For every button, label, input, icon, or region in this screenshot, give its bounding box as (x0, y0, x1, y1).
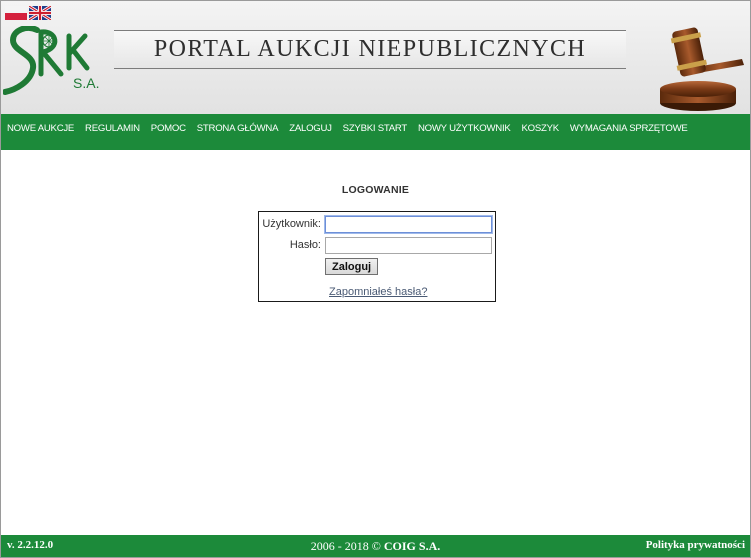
nav-item-nowy-uzytkownik[interactable]: NOWY UŻYTKOWNIK (418, 123, 511, 134)
login-button[interactable]: Zaloguj (325, 258, 379, 275)
nav-item-szybki-start[interactable]: SZYBKI START (343, 123, 408, 134)
copyright: 2006 - 2018 © COIG S.A. (1, 539, 750, 554)
nav-item-strona-glowna[interactable]: STRONA GŁÓWNA (197, 123, 279, 134)
username-label: Użytkownik: (262, 218, 321, 230)
password-label: Hasło: (289, 239, 321, 251)
footer: v. 2.2.12.0 2006 - 2018 © COIG S.A. Poli… (1, 535, 750, 557)
password-input[interactable] (325, 237, 492, 254)
header: S.A. PORTAL AUKCJI NIEPUBLICZNYCH (1, 1, 750, 114)
nav-item-zaloguj[interactable]: ZALOGUJ (289, 123, 332, 134)
nav-item-regulamin[interactable]: REGULAMIN (85, 123, 140, 134)
logo-suffix: S.A. (73, 75, 99, 91)
forgot-password-link[interactable]: Zapomniałeś hasła? (329, 286, 427, 298)
nav-item-pomoc[interactable]: POMOC (151, 123, 186, 134)
nav-item-wymagania-sprzetowe[interactable]: WYMAGANIA SPRZĘTOWE (570, 123, 688, 134)
uk-flag-icon[interactable] (29, 6, 51, 20)
main-navigation: NOWE AUKCJE REGULAMIN POMOC STRONA GŁÓWN… (1, 114, 750, 150)
poland-flag-icon[interactable] (5, 6, 27, 20)
srk-logo[interactable]: S.A. (3, 26, 107, 106)
nav-item-koszyk[interactable]: KOSZYK (521, 123, 559, 134)
login-heading: LOGOWANIE (341, 184, 410, 196)
page-title: PORTAL AUKCJI NIEPUBLICZNYCH (153, 36, 587, 62)
copyright-company: COIG S.A. (383, 539, 441, 553)
copyright-symbol: © (371, 539, 381, 553)
page-frame: S.A. PORTAL AUKCJI NIEPUBLICZNYCH NOWE A… (0, 0, 751, 558)
privacy-policy-link[interactable]: Polityka prywatności (646, 539, 745, 551)
copyright-years: 2006 - 2018 (310, 539, 369, 553)
gavel-icon (660, 27, 744, 111)
banner-divider-top (114, 30, 626, 31)
nav-item-nowe-aukcje[interactable]: NOWE AUKCJE (7, 123, 74, 134)
username-input[interactable] (325, 216, 492, 233)
login-form: Użytkownik: Hasło: Zaloguj Zapomniałeś h… (258, 211, 496, 302)
nav-menu: NOWE AUKCJE REGULAMIN POMOC STRONA GŁÓWN… (7, 118, 694, 136)
banner-divider-bottom (114, 68, 626, 69)
